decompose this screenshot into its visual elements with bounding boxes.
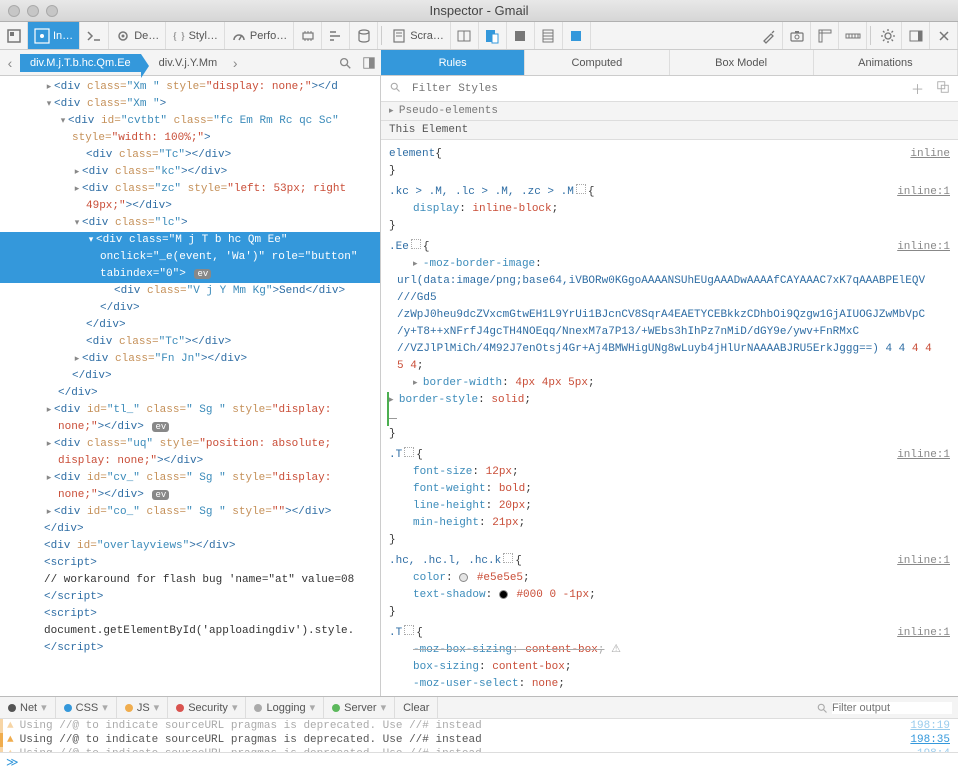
warning-icon: ▲ (7, 720, 14, 732)
event-badge[interactable]: ev (194, 269, 211, 279)
selector-state-icon[interactable] (411, 239, 421, 249)
window-titlebar: Inspector - Gmail (0, 0, 958, 22)
source-link[interactable]: inline:1 (897, 239, 950, 256)
color-swatch-icon[interactable] (499, 590, 508, 599)
breadcrumb-seg-child[interactable]: div.V.j.Y.Mm (151, 54, 226, 72)
tab-storage[interactable] (350, 22, 378, 49)
source-link[interactable]: inline:1 (897, 625, 950, 642)
source-link[interactable]: inline:1 (897, 184, 950, 201)
search-dom-button[interactable] (333, 56, 357, 70)
main-toolbar: In… De… { } Styl… Perfo… Scra… (0, 22, 958, 50)
tab-debugger[interactable]: De… (109, 22, 166, 49)
tab-debugger-label: De… (134, 30, 159, 42)
tab-style-label: Styl… (189, 30, 218, 42)
dom-tree-panel[interactable]: ▸<div class="Xm " style="display: none;"… (0, 76, 381, 696)
search-icon (816, 702, 828, 714)
close-icon[interactable] (8, 5, 20, 17)
tab-perf-label: Perfo… (250, 30, 287, 42)
console-prompt[interactable]: ≫ (0, 752, 958, 772)
log-row: ▲Using //@ to indicate sourceURL pragmas… (0, 747, 958, 752)
log-row: ▲Using //@ to indicate sourceURL pragmas… (0, 733, 958, 747)
filter-styles-input[interactable] (409, 80, 903, 98)
add-rule-button[interactable]: ＋ (907, 79, 928, 98)
filter-security-button[interactable]: Security ▾ (168, 697, 246, 718)
event-badge[interactable]: ev (152, 490, 169, 500)
tab-console[interactable] (80, 22, 109, 49)
filter-logging-button[interactable]: Logging ▾ (246, 697, 324, 718)
main-content: ▸<div class="Xm " style="display: none;"… (0, 76, 958, 696)
selected-dom-node[interactable]: ▾<div class="M j T b hc Qm Ee" (0, 232, 380, 249)
zoom-icon[interactable] (46, 5, 58, 17)
source-link[interactable]: inline:1 (897, 447, 950, 464)
log-location-link[interactable]: 198:35 (910, 734, 954, 746)
rulers-button[interactable] (811, 22, 839, 49)
tab-inspector-label: In… (53, 30, 73, 42)
eyedropper-button[interactable] (755, 22, 783, 49)
tab-scratchpad[interactable]: Scra… (385, 22, 451, 49)
breadcrumb-next-button[interactable]: › (225, 55, 245, 71)
selector-state-icon[interactable] (404, 625, 414, 635)
minimize-icon[interactable] (27, 5, 39, 17)
toggle-classes-button[interactable] (932, 80, 954, 97)
filter-net-button[interactable]: Net ▾ (0, 697, 56, 718)
selector-state-icon[interactable] (576, 184, 586, 194)
breadcrumb-seg-selected[interactable]: div.M.j.T.b.hc.Qm.Ee (20, 54, 141, 72)
dock-side-button[interactable] (902, 22, 930, 49)
console-log[interactable]: ▲Using //@ to indicate sourceURL pragmas… (0, 719, 958, 752)
tab-performance[interactable]: Perfo… (225, 22, 294, 49)
tab-inspector[interactable]: In… (28, 22, 80, 49)
tab-animations[interactable]: Animations (814, 50, 958, 75)
pseudo-elements-header[interactable]: Pseudo-elements (381, 102, 958, 121)
warning-icon: ▲ (7, 748, 14, 752)
responsive-mode-button[interactable] (479, 22, 507, 49)
filter-js-button[interactable]: JS ▾ (117, 697, 168, 718)
paint-flashing-button[interactable] (507, 22, 535, 49)
selector-state-icon[interactable] (503, 553, 513, 563)
search-icon (385, 81, 405, 96)
log-location-link[interactable]: 198:4 (917, 748, 954, 752)
source-link[interactable]: inline (910, 146, 950, 163)
tab-style-editor[interactable]: { } Styl… (166, 22, 225, 49)
secondary-toolbar: ‹ div.M.j.T.b.hc.Qm.Ee div.V.j.Y.Mm › Ru… (0, 50, 958, 76)
tab-network[interactable] (322, 22, 350, 49)
log-row: ▲Using //@ to indicate sourceURL pragmas… (0, 719, 958, 733)
this-element-header: This Element (381, 121, 958, 140)
tab-computed[interactable]: Computed (525, 50, 669, 75)
tab-box-model[interactable]: Box Model (670, 50, 814, 75)
event-badge[interactable]: ev (152, 422, 169, 432)
clear-console-button[interactable]: Clear (395, 697, 438, 718)
rules-panel: ＋ Pseudo-elements This Element element {… (381, 76, 958, 696)
source-link[interactable]: inline:1 (897, 553, 950, 570)
grab-color-button[interactable] (563, 22, 591, 49)
filter-output-input[interactable] (832, 702, 952, 714)
traffic-lights (0, 5, 58, 17)
tab-scratch-label: Scra… (410, 30, 444, 42)
filter-css-button[interactable]: CSS ▾ (56, 697, 117, 718)
screenshot-button[interactable] (783, 22, 811, 49)
breadcrumb-prev-button[interactable]: ‹ (0, 55, 20, 71)
filter-server-button[interactable]: Server ▾ (324, 697, 395, 718)
tilt-3d-button[interactable] (535, 22, 563, 49)
color-swatch-icon[interactable] (459, 573, 468, 582)
close-devtools-button[interactable] (930, 22, 958, 49)
console-panel: Net ▾ CSS ▾ JS ▾ Security ▾ Logging ▾ Se… (0, 696, 958, 772)
tab-memory[interactable] (294, 22, 322, 49)
warning-icon: ▲ (7, 734, 14, 746)
tab-rules[interactable]: Rules (381, 50, 525, 75)
log-location-link[interactable]: 198:19 (910, 720, 954, 732)
selector-state-icon[interactable] (404, 447, 414, 457)
iframe-picker-button[interactable] (0, 22, 28, 49)
rules-list[interactable]: element {inline } .kc > .M, .lc > .M, .z… (381, 140, 958, 696)
window-title: Inspector - Gmail (430, 3, 529, 18)
edit-html-button[interactable] (357, 56, 381, 70)
toggle-split-button[interactable] (451, 22, 479, 49)
settings-button[interactable] (874, 22, 902, 49)
measure-button[interactable] (839, 22, 867, 49)
